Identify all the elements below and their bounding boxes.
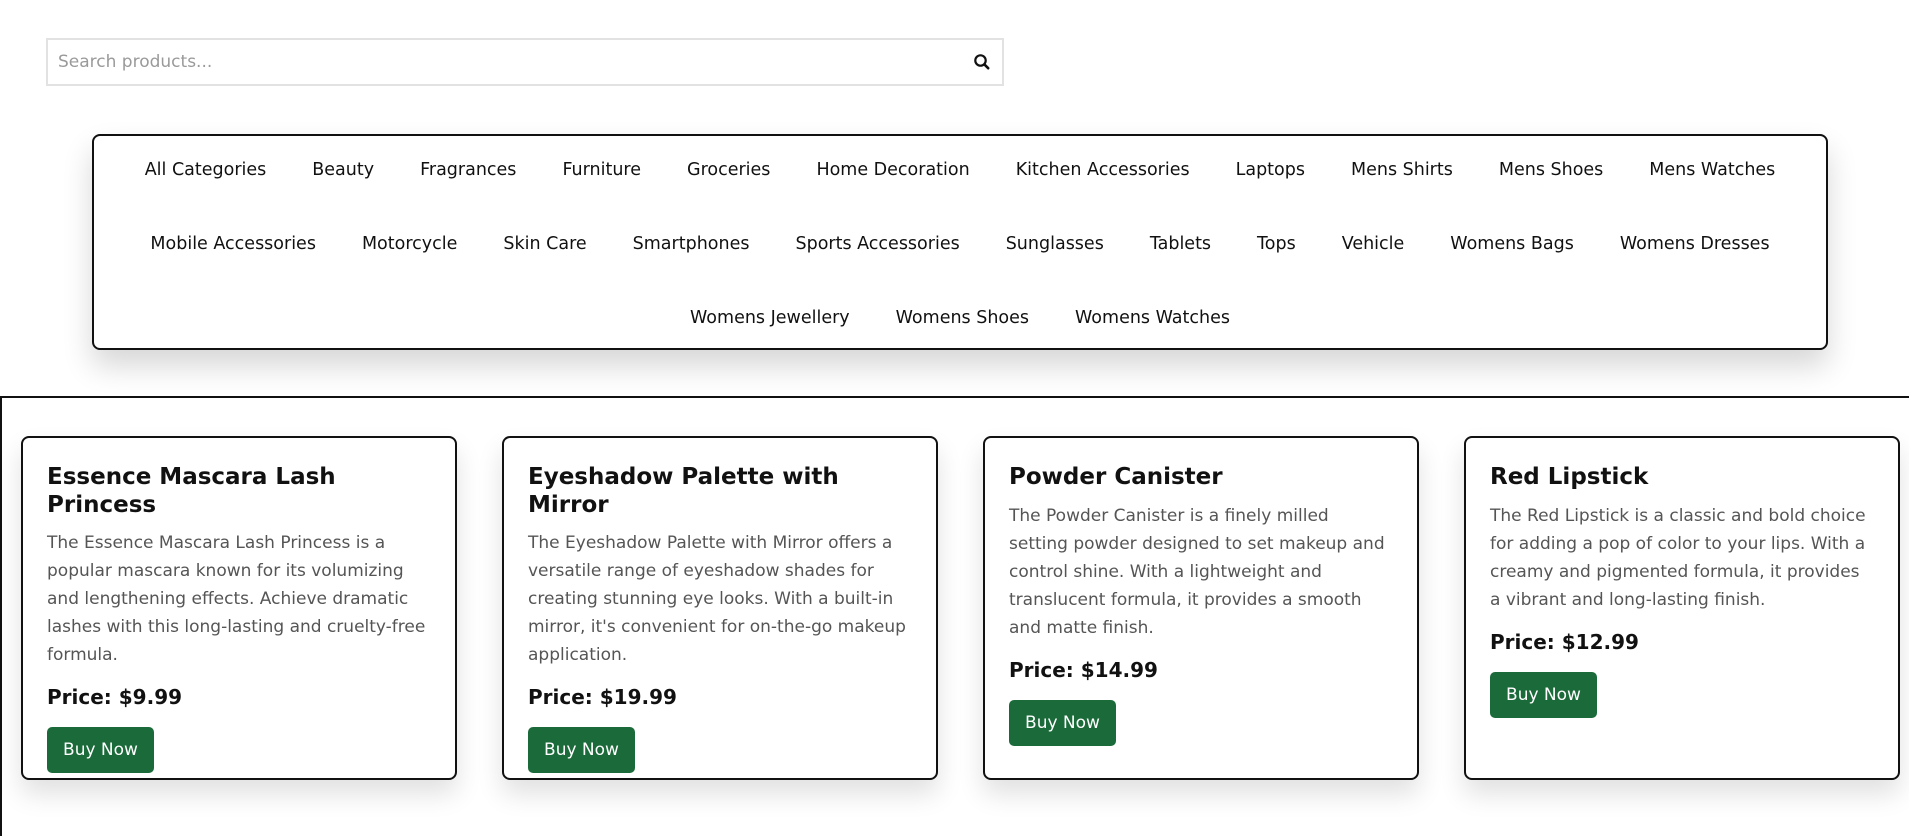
category-item-mens-shirts[interactable]: Mens Shirts [1351, 160, 1453, 180]
product-title: Essence Mascara Lash Princess [47, 464, 336, 518]
category-item-tablets[interactable]: Tablets [1150, 234, 1211, 254]
category-item-groceries[interactable]: Groceries [687, 160, 770, 180]
buy-now-button[interactable]: Buy Now [528, 727, 635, 774]
buy-now-button[interactable]: Buy Now [1490, 671, 1597, 718]
category-row: Mobile Accessories Motorcycle Skin Care … [94, 234, 1826, 254]
category-item-laptops[interactable]: Laptops [1236, 160, 1305, 180]
product-title: Red Lipstick [1490, 464, 1649, 490]
category-item-womens-jewellery[interactable]: Womens Jewellery [690, 308, 850, 328]
buy-now-button[interactable]: Buy Now [1009, 699, 1116, 746]
category-row: All Categories Beauty Fragrances Furnitu… [94, 160, 1826, 180]
product-price: Price: $12.99 [1490, 629, 1639, 654]
search-input[interactable] [48, 40, 968, 84]
buy-now-button[interactable]: Buy Now [47, 727, 154, 774]
product-price: Price: $9.99 [47, 685, 183, 710]
product-card: Eyeshadow Palette with Mirror The Eyesha… [502, 436, 938, 780]
category-item-mens-watches[interactable]: Mens Watches [1649, 160, 1775, 180]
product-grid: Essence Mascara Lash Princess The Essenc… [0, 396, 1909, 836]
product-card: Red Lipstick The Red Lipstick is a class… [1464, 436, 1900, 780]
category-item-beauty[interactable]: Beauty [312, 160, 374, 180]
product-description: The Red Lipstick is a classic and bold c… [1490, 505, 1866, 610]
category-item-fragrances[interactable]: Fragrances [420, 160, 516, 180]
search-bar [46, 38, 1004, 86]
category-item-womens-watches[interactable]: Womens Watches [1075, 308, 1230, 328]
category-item-all-categories[interactable]: All Categories [145, 160, 267, 180]
search-button[interactable] [970, 50, 994, 74]
category-item-smartphones[interactable]: Smartphones [633, 234, 750, 254]
product-description: The Eyeshadow Palette with Mirror offers… [528, 533, 906, 666]
category-item-kitchen-accessories[interactable]: Kitchen Accessories [1016, 160, 1190, 180]
product-card: Essence Mascara Lash Princess The Essenc… [21, 436, 457, 780]
product-title: Eyeshadow Palette with Mirror [528, 464, 839, 518]
product-description: The Powder Canister is a finely milled s… [1009, 505, 1385, 638]
product-price: Price: $14.99 [1009, 657, 1158, 682]
product-title: Powder Canister [1009, 464, 1223, 490]
category-item-sunglasses[interactable]: Sunglasses [1006, 234, 1104, 254]
category-item-sports-accessories[interactable]: Sports Accessories [795, 234, 959, 254]
category-item-womens-dresses[interactable]: Womens Dresses [1620, 234, 1770, 254]
product-card: Powder Canister The Powder Canister is a… [983, 436, 1419, 780]
category-item-skin-care[interactable]: Skin Care [503, 234, 586, 254]
category-item-tops[interactable]: Tops [1257, 234, 1296, 254]
category-item-womens-bags[interactable]: Womens Bags [1450, 234, 1574, 254]
product-price: Price: $19.99 [528, 685, 677, 710]
category-item-motorcycle[interactable]: Motorcycle [362, 234, 457, 254]
product-description: The Essence Mascara Lash Princess is a p… [47, 533, 426, 666]
category-item-home-decoration[interactable]: Home Decoration [816, 160, 969, 180]
category-item-mobile-accessories[interactable]: Mobile Accessories [150, 234, 316, 254]
category-row: Womens Jewellery Womens Shoes Womens Wat… [94, 308, 1826, 328]
category-item-furniture[interactable]: Furniture [562, 160, 641, 180]
category-item-mens-shoes[interactable]: Mens Shoes [1499, 160, 1603, 180]
search-icon [974, 54, 990, 70]
category-nav: All Categories Beauty Fragrances Furnitu… [92, 134, 1828, 350]
category-item-womens-shoes[interactable]: Womens Shoes [896, 308, 1029, 328]
category-item-vehicle[interactable]: Vehicle [1342, 234, 1405, 254]
